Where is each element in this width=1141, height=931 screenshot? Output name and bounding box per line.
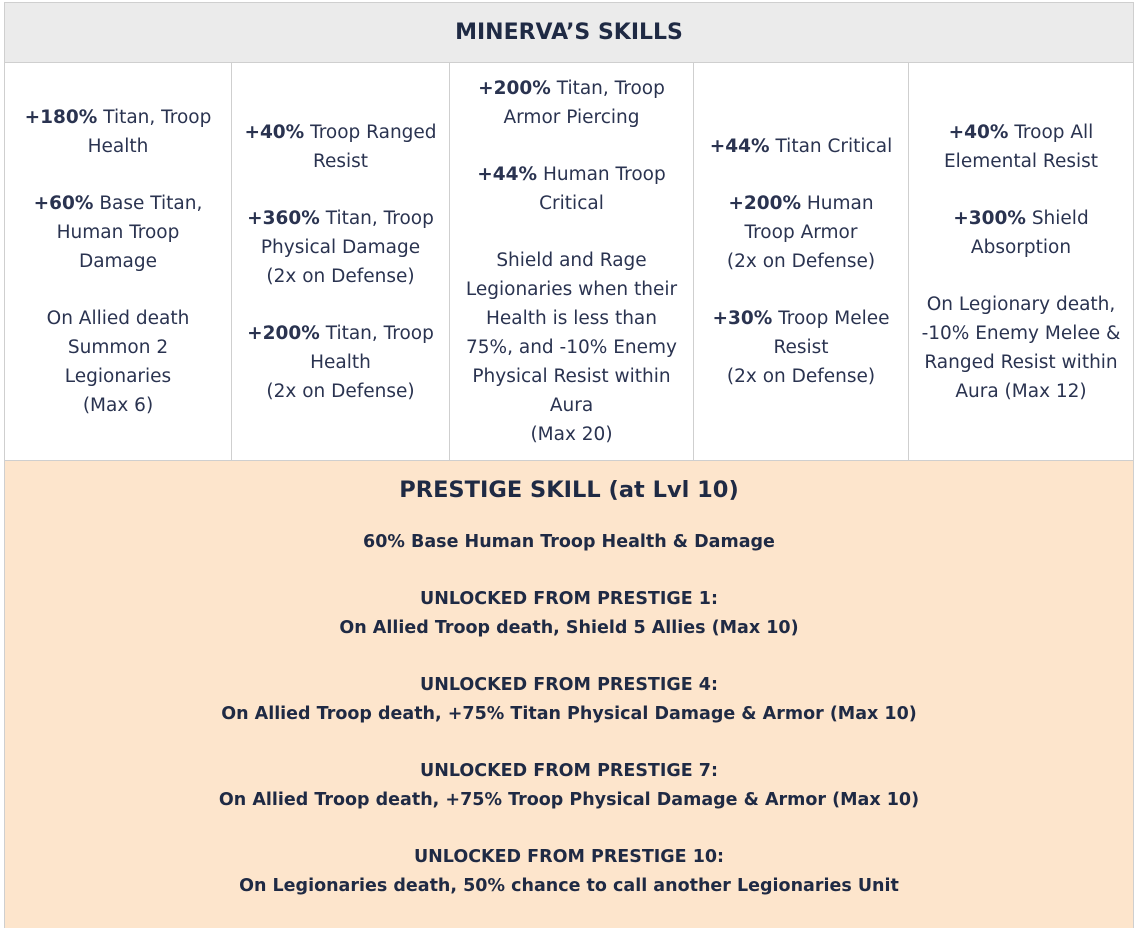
skill-entry: On Legionary death, -10% Enemy Melee & R…	[921, 293, 1121, 402]
skill-column-1: +180% Titan, Troop Health +60% Base Tita…	[5, 63, 232, 460]
skill-entry: +180% Titan, Troop Health	[24, 107, 212, 157]
skill-entry: +30% Troop Melee Resist (2x on Defense)	[712, 308, 890, 387]
prestige-unlock: UNLOCKED FROM PRESTIGE 1: On Allied Troo…	[5, 585, 1133, 643]
skill-column-4: +44% Titan Critical +200% Human Troop Ar…	[694, 63, 909, 460]
skill-entry: +300% Shield Absorption	[953, 207, 1089, 258]
skill-column-3: +200% Titan, Troop Armor Piercing +44% H…	[450, 63, 694, 460]
prestige-section: PRESTIGE SKILL (at Lvl 10) 60% Base Huma…	[5, 461, 1133, 928]
prestige-unlock-label: UNLOCKED FROM PRESTIGE 10:	[413, 847, 725, 867]
skill-entry: +40% Troop All Elemental Resist	[943, 121, 1099, 172]
skill-entry: On Allied death Summon 2 Legionaries (Max…	[46, 308, 190, 416]
skills-table: MINERVA’S SKILLS +180% Titan, Troop Heal…	[4, 2, 1134, 928]
skill-entry: +200% Titan, Troop Armor Piercing	[478, 78, 665, 128]
skill-entry: +360% Titan, Troop Physical Damage (2x on…	[247, 207, 434, 287]
prestige-base: 60% Base Human Troop Health & Damage	[5, 528, 1133, 557]
prestige-unlock: UNLOCKED FROM PRESTIGE 7: On Allied Troo…	[5, 757, 1133, 815]
prestige-unlock-text: On Allied Troop death, +75% Troop Physic…	[218, 790, 920, 810]
table-title: MINERVA’S SKILLS	[5, 3, 1133, 63]
prestige-base-text: 60% Base Human Troop Health & Damage	[363, 532, 775, 552]
skill-entry: +200% Titan, Troop Health (2x on Defense)	[247, 322, 434, 402]
skill-entry: +44% Titan Critical	[709, 136, 893, 157]
prestige-unlock-text: On Allied Troop death, +75% Titan Physic…	[221, 704, 917, 724]
prestige-title: PRESTIGE SKILL (at Lvl 10)	[399, 477, 739, 503]
skill-column-5: +40% Troop All Elemental Resist +300% Sh…	[909, 63, 1133, 460]
prestige-unlock-label: UNLOCKED FROM PRESTIGE 4:	[420, 675, 718, 695]
prestige-unlock: UNLOCKED FROM PRESTIGE 10: On Legionarie…	[5, 843, 1133, 901]
skill-entry: +44% Human Troop Critical	[477, 164, 666, 214]
skill-entry: Shield and Rage Legionaries when their H…	[465, 250, 678, 445]
skills-row: +180% Titan, Troop Health +60% Base Tita…	[5, 63, 1133, 461]
prestige-unlock-text: On Allied Troop death, Shield 5 Allies (…	[339, 618, 799, 638]
prestige-unlock-text: On Legionaries death, 50% chance to call…	[239, 876, 899, 896]
skill-column-2: +40% Troop Ranged Resist +360% Titan, Tr…	[232, 63, 450, 460]
skill-entry: +40% Troop Ranged Resist	[244, 121, 437, 172]
prestige-unlock-label: UNLOCKED FROM PRESTIGE 7:	[420, 761, 718, 781]
skill-entry: +60% Base Titan, Human Troop Damage	[33, 193, 203, 272]
prestige-unlock: UNLOCKED FROM PRESTIGE 4: On Allied Troo…	[5, 671, 1133, 729]
skill-entry: +200% Human Troop Armor (2x on Defense)	[726, 193, 876, 272]
prestige-unlock-label: UNLOCKED FROM PRESTIGE 1:	[420, 589, 718, 609]
